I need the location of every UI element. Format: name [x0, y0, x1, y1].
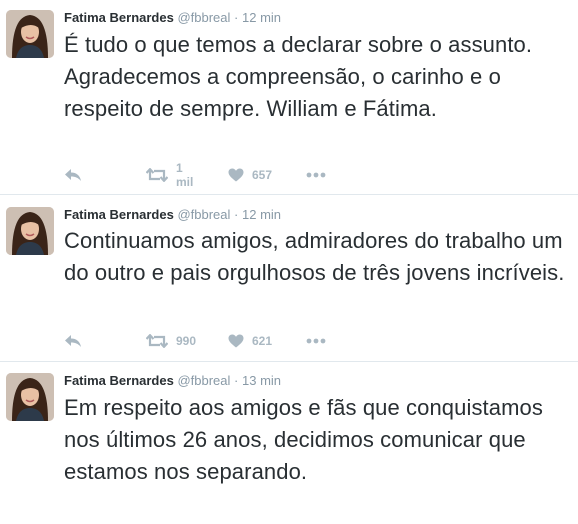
retweet-button[interactable]: 990 — [146, 332, 196, 350]
reply-button[interactable] — [64, 332, 82, 350]
timestamp[interactable]: 13 min — [242, 373, 281, 388]
retweet-icon — [146, 334, 168, 348]
author-name[interactable]: Fatima Bernardes — [64, 207, 174, 222]
heart-icon — [228, 334, 244, 348]
retweet-icon — [146, 168, 168, 182]
like-count: 657 — [252, 168, 273, 182]
more-button[interactable] — [306, 166, 326, 184]
like-count: 621 — [252, 334, 273, 348]
tweet-header: Fatima Bernardes @fbbreal · 13 min — [64, 373, 281, 389]
author-name[interactable]: Fatima Bernardes — [64, 10, 174, 25]
tweet: Fatima Bernardes @fbbreal · 13 min Em re… — [0, 362, 578, 524]
separator-dot: · — [234, 373, 239, 388]
tweet: Fatima Bernardes @fbbreal · 12 min É tud… — [0, 0, 578, 195]
author-handle[interactable]: @fbbreal — [177, 10, 230, 25]
reply-icon — [64, 168, 82, 182]
retweet-count: 1 mil — [176, 161, 194, 189]
retweet-button[interactable]: 1 mil — [146, 161, 193, 189]
avatar[interactable] — [6, 10, 54, 58]
tweet-text: Em respeito aos amigos e fãs que conquis… — [64, 395, 543, 484]
timestamp[interactable]: 12 min — [242, 10, 281, 25]
timestamp[interactable]: 12 min — [242, 207, 281, 222]
avatar[interactable] — [6, 207, 54, 255]
like-button[interactable]: 621 — [228, 332, 272, 350]
retweet-count: 990 — [176, 334, 197, 348]
tweet-text: Continuamos amigos, admiradores do traba… — [64, 228, 565, 285]
more-icon — [306, 172, 326, 178]
like-button[interactable]: 657 — [228, 166, 272, 184]
avatar[interactable] — [6, 373, 54, 421]
separator-dot: · — [234, 10, 239, 25]
author-handle[interactable]: @fbbreal — [177, 207, 230, 222]
reply-icon — [64, 334, 82, 348]
author-name[interactable]: Fatima Bernardes — [64, 373, 174, 388]
tweet-text: É tudo o que temos a declarar sobre o as… — [64, 32, 533, 121]
more-button[interactable] — [306, 332, 326, 350]
separator-dot: · — [234, 207, 239, 222]
author-handle[interactable]: @fbbreal — [177, 373, 230, 388]
heart-icon — [228, 168, 244, 182]
more-icon — [306, 338, 326, 344]
reply-button[interactable] — [64, 166, 82, 184]
tweet: Fatima Bernardes @fbbreal · 12 min Conti… — [0, 195, 578, 362]
tweet-header: Fatima Bernardes @fbbreal · 12 min — [64, 10, 281, 26]
tweet-header: Fatima Bernardes @fbbreal · 12 min — [64, 207, 281, 223]
